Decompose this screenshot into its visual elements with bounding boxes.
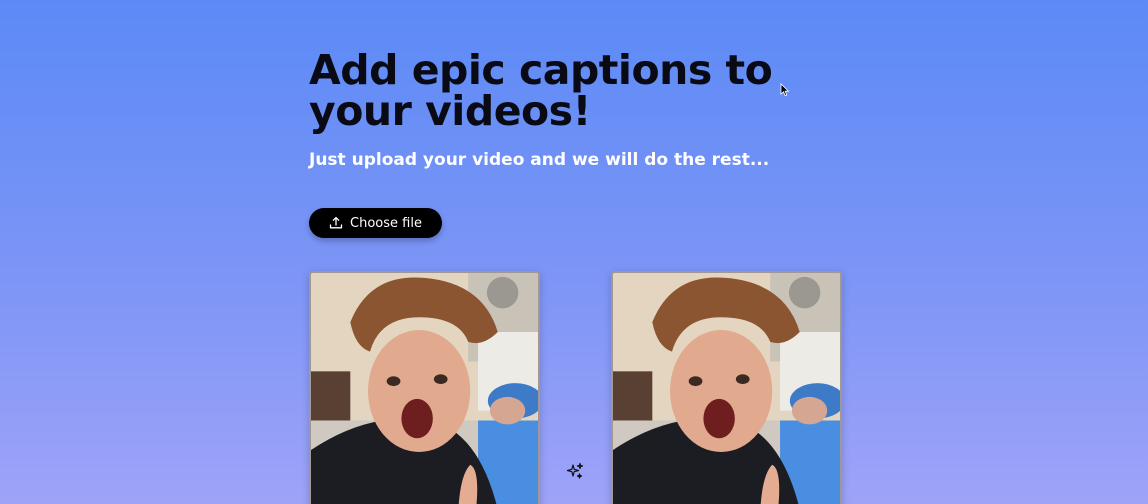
choose-file-button[interactable]: Choose file xyxy=(309,208,442,238)
video-thumbnail xyxy=(311,273,538,504)
page-subtitle: Just upload your video and we will do th… xyxy=(309,150,770,170)
captioned-video-preview[interactable] xyxy=(611,271,842,504)
choose-file-label: Choose file xyxy=(350,215,422,231)
hero-section: Add epic captions to your videos! Just u… xyxy=(309,50,869,171)
video-thumbnail xyxy=(613,273,840,504)
upload-icon xyxy=(329,216,343,230)
sparkles-icon xyxy=(566,462,584,480)
mouse-cursor-icon xyxy=(780,82,790,97)
original-video-preview[interactable] xyxy=(309,271,540,504)
